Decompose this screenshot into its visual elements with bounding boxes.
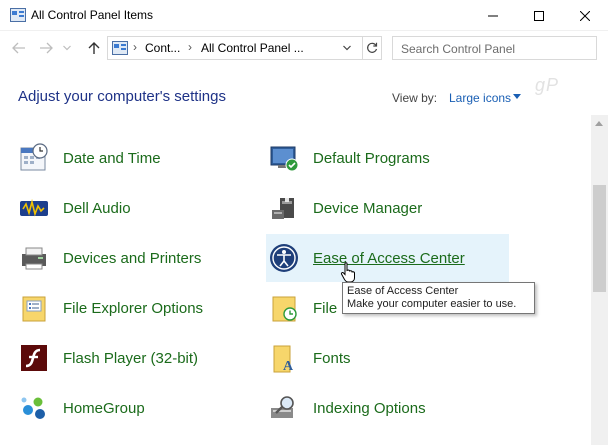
close-icon bbox=[580, 10, 590, 21]
item-default-programs[interactable]: Default Programs bbox=[268, 136, 508, 181]
close-button[interactable] bbox=[562, 0, 608, 31]
svg-text:A: A bbox=[283, 359, 294, 374]
item-label[interactable]: Device Manager bbox=[313, 200, 422, 217]
calendar-clock-icon bbox=[20, 143, 48, 171]
item-fonts[interactable]: A Fonts bbox=[268, 336, 508, 381]
search-box[interactable]: Search Control Panel bbox=[392, 36, 597, 60]
item-label[interactable]: HomeGroup bbox=[63, 400, 145, 417]
item-dell-audio[interactable]: Dell Audio bbox=[18, 186, 258, 231]
window-title: All Control Panel Items bbox=[31, 8, 154, 22]
indexing-icon bbox=[271, 396, 294, 418]
default-programs-icon bbox=[270, 146, 299, 172]
tooltip-title: Ease of Access Center bbox=[347, 285, 459, 297]
item-indexing-options[interactable]: Indexing Options bbox=[268, 386, 508, 431]
control-panel-icon bbox=[112, 41, 128, 55]
breadcrumb-all-items[interactable]: All Control Panel ... bbox=[201, 41, 304, 55]
vertical-scrollbar[interactable] bbox=[591, 115, 608, 445]
watermark: gP bbox=[535, 75, 560, 95]
item-label[interactable]: Devices and Printers bbox=[63, 250, 201, 267]
breadcrumb-separator[interactable]: › bbox=[133, 40, 137, 54]
ease-of-access-icon bbox=[270, 244, 298, 272]
page-title: Adjust your computer's settings bbox=[18, 88, 226, 105]
printer-icon bbox=[22, 247, 46, 270]
scrollbar-thumb[interactable] bbox=[593, 185, 606, 292]
navigation-bar: › Cont... › All Control Panel ... Search… bbox=[0, 31, 608, 95]
search-input[interactable]: Search Control Panel bbox=[401, 42, 515, 56]
view-by-label: View by: bbox=[392, 91, 438, 105]
folder-options-icon bbox=[22, 296, 46, 322]
flash-icon bbox=[21, 345, 47, 371]
fonts-folder-icon: A bbox=[273, 345, 294, 374]
address-bar[interactable]: › Cont... › All Control Panel ... bbox=[107, 36, 363, 60]
refresh-icon bbox=[367, 42, 378, 53]
arrow-right-icon bbox=[40, 42, 53, 54]
item-device-manager[interactable]: Device Manager bbox=[268, 186, 508, 231]
device-manager-icon bbox=[272, 198, 294, 219]
item-label[interactable]: File bbox=[313, 300, 337, 317]
breadcrumb-separator[interactable]: › bbox=[188, 40, 192, 54]
forward-button[interactable] bbox=[36, 39, 56, 57]
item-homegroup[interactable]: HomeGroup bbox=[18, 386, 258, 431]
up-button[interactable] bbox=[84, 39, 104, 57]
file-history-icon bbox=[272, 296, 297, 322]
tooltip: Ease of Access Center Make your computer… bbox=[342, 282, 535, 314]
tooltip-description: Make your computer easier to use. bbox=[347, 298, 517, 310]
maximize-button[interactable] bbox=[516, 0, 562, 31]
minimize-icon bbox=[488, 15, 498, 16]
back-button[interactable] bbox=[9, 39, 29, 57]
arrow-left-icon bbox=[12, 42, 25, 54]
minimize-button[interactable] bbox=[470, 0, 516, 31]
refresh-button[interactable] bbox=[363, 36, 382, 60]
item-label[interactable]: File Explorer Options bbox=[63, 300, 203, 317]
address-dropdown-button[interactable] bbox=[341, 41, 353, 55]
item-label[interactable]: Flash Player (32-bit) bbox=[63, 350, 198, 367]
item-label[interactable]: Date and Time bbox=[63, 150, 161, 167]
item-label[interactable]: Indexing Options bbox=[313, 400, 426, 417]
title-bar: All Control Panel Items bbox=[0, 0, 608, 31]
item-devices-and-printers[interactable]: Devices and Printers bbox=[18, 236, 258, 281]
chevron-down-icon bbox=[343, 45, 351, 51]
item-label[interactable]: Ease of Access Center bbox=[313, 250, 465, 267]
recent-locations-button[interactable] bbox=[60, 39, 74, 57]
item-ease-of-access-center[interactable]: Ease of Access Center bbox=[266, 234, 509, 282]
chevron-down-icon bbox=[63, 45, 71, 51]
view-by-dropdown[interactable]: Large icons bbox=[449, 91, 511, 105]
hand-cursor-icon bbox=[340, 262, 355, 283]
item-label[interactable]: Dell Audio bbox=[63, 200, 131, 217]
item-label[interactable]: Default Programs bbox=[313, 150, 430, 167]
caret-down-icon[interactable] bbox=[513, 94, 521, 99]
control-panel-icon bbox=[10, 8, 26, 22]
audio-icon bbox=[20, 198, 48, 217]
homegroup-icon bbox=[21, 397, 45, 419]
item-flash-player[interactable]: Flash Player (32-bit) bbox=[18, 336, 258, 381]
item-file-explorer-options[interactable]: File Explorer Options bbox=[18, 286, 258, 331]
item-date-and-time[interactable]: Date and Time bbox=[18, 136, 258, 181]
scroll-up-icon[interactable] bbox=[595, 121, 603, 126]
item-label[interactable]: Fonts bbox=[313, 350, 351, 367]
maximize-icon bbox=[534, 10, 544, 21]
breadcrumb-control-panel[interactable]: Cont... bbox=[145, 41, 180, 55]
arrow-up-icon bbox=[88, 42, 100, 54]
